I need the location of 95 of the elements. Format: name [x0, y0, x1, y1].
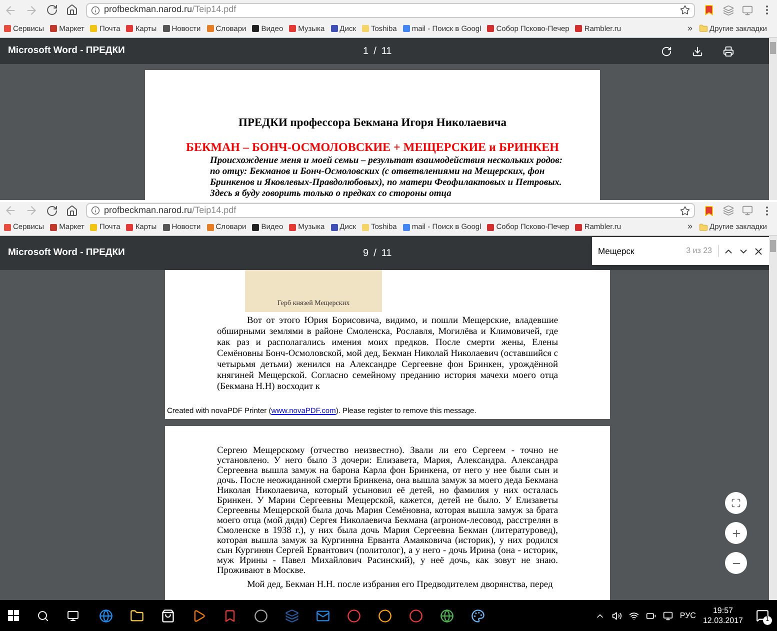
bookmark-icon[interactable]: [703, 4, 715, 16]
bookmark-icon: [126, 224, 134, 230]
reload-icon[interactable]: [46, 204, 58, 216]
match-count: 3 из 23: [686, 245, 719, 257]
url-host: profbeckman.narod.ru: [104, 204, 192, 217]
body-paragraph: Вот от этого Юрия Борисовича, видимо, и пошли Мещерские, владевшие обширными землями в районе Смоленска, Рославля, Могилёва и Климовичей, где как раз и располагались имения моих предков. После смерти жены, Елены Семёновны Бонч-Осмоловской, мой дед, Бекман Николай Николаевич (оставшийся с четырьмя детьми) женился на Александре Сергеевне фон Бринкен, урождённой княгиней Мещерской. Согласно семейному преданию история мачехи моего отца (Бекмана Н.Н) восходит к: [217, 316, 558, 393]
total-pages: 11: [381, 246, 392, 260]
bookmark-icon: [4, 224, 11, 230]
palette-icon[interactable]: [471, 608, 485, 622]
intro-paragraph: Происхождение меня и моей семьи – результат взаимодействия нескольких родов: по отцу: Бекманов и Бонч-Осмоловских (с ответвлениями на Мещерских, фон Бринкенов и Яковлевых-Правдолюбовых), по матери Феофилактовых и Петровых. Здесь я буду говорить только о предках со стороны отца: [210, 156, 564, 200]
bookmark-icon: [487, 25, 494, 32]
bookmark-icon: [206, 25, 214, 32]
zoom-in-button[interactable]: [725, 522, 747, 544]
star-icon[interactable]: [680, 5, 690, 15]
fit-page-button[interactable]: [725, 492, 747, 514]
bookmark-icon: [330, 224, 338, 230]
zoom-out-button[interactable]: [725, 552, 747, 574]
store-icon[interactable]: [161, 608, 175, 622]
app-icon[interactable]: [378, 608, 392, 622]
document-title: Microsoft Word - ПРЕДКИ: [8, 44, 126, 58]
bookmark-icon: [362, 25, 369, 32]
close-icon[interactable]: [753, 246, 764, 256]
print-icon[interactable]: [723, 46, 734, 56]
body-paragraph: Мой дед, Бекман Н.Н. после избрания его Предводителем дворянства, перед: [246, 580, 554, 592]
start-icon[interactable]: [8, 610, 19, 621]
search-icon[interactable]: [37, 610, 49, 622]
app-icon[interactable]: [347, 608, 361, 622]
info-icon: [91, 206, 100, 215]
bookmark-icon: [90, 224, 98, 230]
browser-icon[interactable]: [99, 608, 113, 622]
more-bookmarks-button[interactable]: »: [688, 22, 693, 36]
media-icon[interactable]: [192, 608, 206, 622]
mail-icon[interactable]: [316, 608, 330, 622]
rotate-icon[interactable]: [661, 46, 672, 56]
fit-icon: [731, 498, 741, 508]
volume-icon[interactable]: [612, 610, 622, 620]
folder-icon: [698, 222, 708, 232]
bookmark-icon: [289, 224, 296, 230]
address-field[interactable]: profbeckman.narod.ru/Teip14.pdf: [86, 2, 695, 18]
app-icon[interactable]: [409, 608, 423, 622]
page-separator: /: [374, 246, 376, 260]
task-view-icon[interactable]: [67, 610, 79, 622]
bookmark-icon[interactable]: [703, 204, 715, 216]
bookmark-icon: [50, 25, 58, 32]
url-host: profbeckman.narod.ru: [104, 3, 192, 16]
bookmark-icon: [252, 25, 260, 32]
bookmark-icon: [50, 224, 58, 230]
scrollbar[interactable]: [769, 38, 777, 200]
bookmark-icon: [487, 224, 494, 230]
bookmark-icon: [575, 25, 582, 32]
browser-icon[interactable]: [440, 608, 454, 622]
app-icon[interactable]: [254, 608, 268, 622]
current-page[interactable]: 9: [363, 246, 369, 260]
bookmark-icon: [362, 224, 369, 230]
home-icon[interactable]: [66, 4, 78, 16]
folder-icon: [698, 24, 708, 33]
bookmark-icon: [402, 224, 410, 230]
bookmark-icon: [206, 224, 214, 230]
bookmark-icon: [402, 25, 410, 32]
page-separator: /: [374, 44, 376, 58]
bookmark-icon: [126, 25, 134, 32]
url-path: /Teip14.pdf: [192, 204, 236, 217]
bookmark-icon: [4, 25, 11, 32]
app-icon[interactable]: [223, 608, 237, 622]
language-indicator[interactable]: РУС: [680, 610, 696, 622]
bookmark-icon: [289, 25, 296, 32]
plus-icon: [730, 528, 742, 538]
bookmark-icon: [330, 25, 338, 32]
folder-icon[interactable]: [130, 608, 144, 622]
total-pages: 11: [381, 44, 392, 58]
bookmark-icon: [90, 25, 98, 32]
document-title: Microsoft Word - ПРЕДКИ: [8, 246, 126, 260]
document-subheading: БЕКМАН – БОНЧ-ОСМОЛОВСКИЕ + МЕЩЕРСКИЕ и БРИНКЕН: [185, 139, 560, 156]
download-icon[interactable]: [692, 46, 703, 56]
star-icon[interactable]: [680, 206, 690, 216]
display-icon[interactable]: [662, 610, 673, 620]
address-field[interactable]: profbeckman.narod.ru/Teip14.pdf: [86, 203, 695, 218]
url-path: /Teip14.pdf: [192, 3, 236, 16]
battery-icon[interactable]: [646, 610, 656, 620]
find-input[interactable]: Мещерск: [598, 244, 682, 258]
bookmark-icon: [162, 25, 170, 32]
bookmark-icon: [162, 224, 170, 230]
more-bookmarks-button[interactable]: »: [688, 220, 693, 234]
clock-time[interactable]: 19:57: [712, 606, 733, 616]
bookmark-icon: [575, 224, 582, 230]
network-icon[interactable]: [628, 610, 639, 620]
document-heading: ПРЕДКИ профессора Бекмана Игоря Николаевича: [238, 116, 508, 131]
reload-icon[interactable]: [46, 4, 58, 16]
current-page[interactable]: 1: [363, 44, 369, 58]
scrollbar[interactable]: [769, 236, 777, 600]
info-icon: [91, 6, 100, 14]
body-paragraph: Сергею Мещерскому (отчество неизвестно). Звали ли его Сергеем - точно не установлено. У него было 3 дочери: Елизавета, Мария, Александра. Александра Сергеевна вышла замуж на барона Карла фон Бринкена, от него у нее были сын и дочь. После неожиданной смерти Бринкена, она вышла замуж за моего деда Бекмана Николая Николаевича, который усыновил её детей, но фамилия у них осталась Бринкен. У Марии Сергеевны Мещерской, кажется, детей не было. У Елизаветы Сергеевны Мещерской была дочь Мария Семёновна, которая вышла замуж за брата моего отца (мой дядя) Сергея Николаевича Бекмана (агроном-лесовод, расстрелян в Смоленске в 1938 г.), у них была дочь Мария Сергеевна Бекман (литературовед), которая вышла замуж за Кургиняна Ерванта Амаяковича (историк), у них родился сын Кургинян Сергей Ервантович (политолог), а у него - дочь Ирина (она - историк, муж Ирины - Павел Михайлович Расинский), у неё дочь, как зовут не знаю. Проживают в Москве.: [217, 446, 558, 576]
bookmark-icon: [252, 224, 260, 230]
home-icon[interactable]: [66, 204, 78, 216]
clock-date[interactable]: 12.03.2017: [702, 616, 743, 626]
